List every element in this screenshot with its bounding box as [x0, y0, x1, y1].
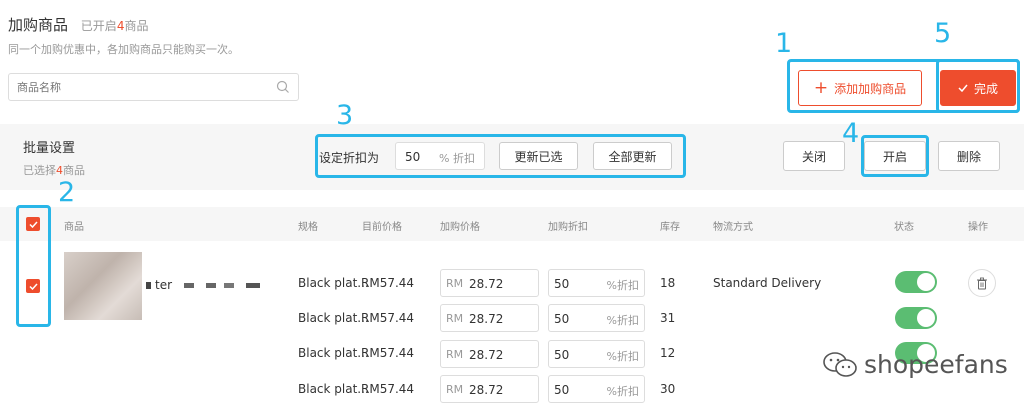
discount-suffix: %折扣 [606, 314, 639, 327]
page-title-text: 加购商品 [8, 16, 69, 34]
variation-cell: Black plat... [298, 346, 369, 360]
status-toggle[interactable] [895, 271, 937, 293]
addon-discount-value: 50 [554, 277, 570, 291]
delete-button[interactable]: 删除 [938, 141, 1000, 171]
redacted-block [184, 282, 195, 288]
annotation-number-2: 2 [58, 177, 76, 208]
table-header [0, 207, 1024, 241]
toggle-knob [917, 273, 935, 291]
addon-discount-value: 50 [554, 312, 570, 326]
selected-count-suffix: 商品 [63, 164, 85, 177]
column-header-addon-discount: 加购折扣 [548, 222, 588, 233]
delete-row-button[interactable] [968, 269, 996, 297]
addon-price-input[interactable]: RM 28.72 [440, 375, 539, 403]
addon-price-value: 28.72 [469, 383, 504, 397]
toggle-knob [917, 309, 935, 327]
addon-price-value: 28.72 [469, 348, 504, 362]
stock-cell: 30 [660, 382, 676, 396]
discount-suffix: %折扣 [606, 279, 639, 292]
price-prefix: RM [446, 383, 464, 396]
status-toggle[interactable] [895, 307, 937, 329]
redacted-block [206, 282, 217, 288]
search-input[interactable] [9, 74, 259, 100]
current-price-cell: RM57.44 [361, 311, 415, 325]
annotation-number-5: 5 [934, 18, 952, 49]
product-search[interactable] [8, 73, 299, 101]
addon-discount-value: 50 [554, 383, 570, 397]
variation-cell: Black plat... [298, 382, 369, 396]
column-header-variation: 规格 [298, 222, 318, 233]
column-header-current-price: 目前价格 [362, 222, 402, 233]
page-description: 同一个加购优惠中，各加购商品只能购买一次。 [8, 43, 239, 56]
annotation-number-1: 1 [775, 28, 793, 59]
redacted-block [146, 281, 151, 289]
discount-suffix: %折扣 [606, 350, 639, 363]
stock-cell: 12 [660, 346, 676, 360]
stock-cell: 18 [660, 276, 676, 290]
redacted-block [224, 282, 235, 288]
annotation-box-2 [16, 205, 51, 327]
enabled-count-prefix: 已开启 [80, 19, 117, 33]
column-header-product: 商品 [64, 222, 84, 233]
current-price-cell: RM57.44 [361, 382, 415, 396]
variation-cell: Black plat... [298, 311, 369, 325]
annotation-number-4: 4 [842, 118, 860, 149]
current-price-cell: RM57.44 [361, 276, 415, 290]
batch-settings-title: 批量设置 [23, 141, 76, 156]
addon-price-input[interactable]: RM 28.72 [440, 340, 539, 368]
selected-count-prefix: 已选择 [23, 164, 56, 177]
redacted-block [246, 282, 261, 288]
watermark-text: shopeefans [864, 350, 1008, 379]
selected-count-number: 4 [56, 164, 63, 177]
close-button[interactable]: 关闭 [783, 141, 845, 171]
price-prefix: RM [446, 348, 464, 361]
watermark: shopeefans [822, 350, 1008, 379]
product-name: ter [146, 278, 261, 292]
discount-suffix: %折扣 [606, 385, 639, 398]
wechat-icon [823, 351, 857, 377]
page-title: 加购商品 已开启4商品 [8, 14, 148, 35]
product-thumbnail [64, 252, 142, 320]
price-prefix: RM [446, 277, 464, 290]
search-icon[interactable] [276, 80, 290, 97]
annotation-box-3 [315, 134, 686, 178]
column-header-stock: 库存 [660, 222, 680, 233]
stock-cell: 31 [660, 311, 676, 325]
price-prefix: RM [446, 312, 464, 325]
addon-price-value: 28.72 [469, 277, 504, 291]
enabled-count: 已开启4商品 [81, 19, 149, 33]
column-header-actions: 操作 [968, 222, 988, 233]
shipping-cell: Standard Delivery [713, 276, 822, 290]
column-header-shipping: 物流方式 [713, 222, 753, 233]
trash-icon [977, 277, 987, 289]
current-price-cell: RM57.44 [361, 346, 415, 360]
product-name-text: ter [155, 278, 173, 292]
selected-count: 已选择4商品 [23, 162, 85, 178]
addon-discount-input[interactable]: 50 %折扣 [548, 375, 645, 403]
addon-price-value: 28.72 [469, 312, 504, 326]
column-header-status: 状态 [894, 222, 914, 233]
variation-cell: Black plat... [298, 276, 369, 290]
addon-discount-value: 50 [554, 348, 570, 362]
annotation-box-5 [936, 59, 1020, 113]
annotation-number-3: 3 [336, 100, 354, 131]
column-header-addon-price: 加购价格 [440, 222, 480, 233]
addon-discount-input[interactable]: 50 %折扣 [548, 340, 645, 368]
addon-price-input[interactable]: RM 28.72 [440, 304, 539, 332]
enabled-count-suffix: 商品 [124, 19, 149, 33]
annotation-box-4 [861, 135, 929, 177]
addon-discount-input[interactable]: 50 %折扣 [548, 269, 645, 297]
addon-price-input[interactable]: RM 28.72 [440, 269, 539, 297]
addon-discount-input[interactable]: 50 %折扣 [548, 304, 645, 332]
